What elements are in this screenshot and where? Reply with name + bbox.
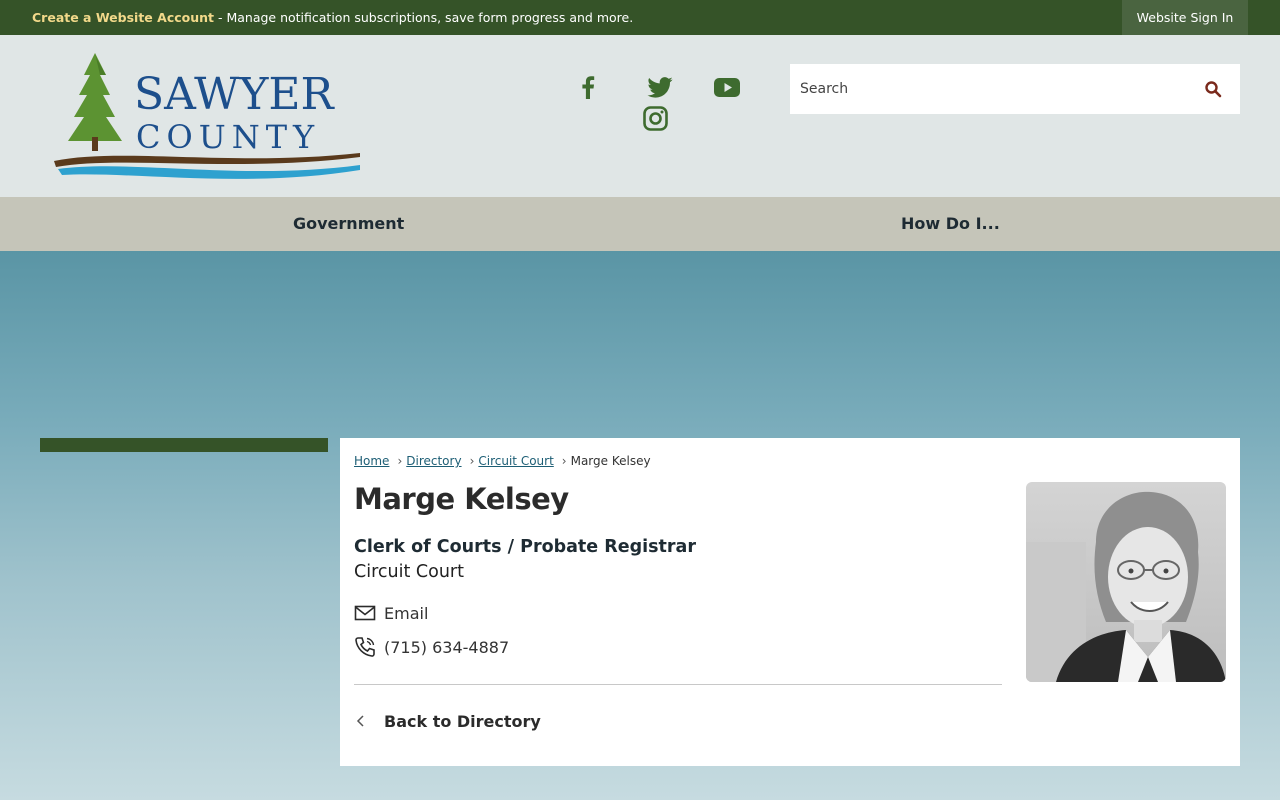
breadcrumb: Home › Directory › Circuit Court › Marge Kelse… bbox=[354, 454, 651, 468]
content-divider bbox=[354, 684, 1002, 685]
search-input[interactable] bbox=[790, 64, 1190, 114]
phone-number: (715) 634-4887 bbox=[384, 637, 510, 657]
breadcrumb-separator: › bbox=[397, 454, 403, 468]
breadcrumb-directory[interactable]: Directory bbox=[406, 454, 461, 468]
back-to-directory-label: Back to Directory bbox=[384, 711, 541, 731]
breadcrumb-separator: › bbox=[561, 454, 567, 468]
create-account-link[interactable]: Create a Website Account bbox=[32, 10, 214, 25]
sawyer-county-logo[interactable]: SAWYER COUNTY bbox=[52, 49, 368, 185]
main-navigation: Government How Do I... bbox=[0, 197, 1280, 251]
twitter-icon[interactable] bbox=[647, 77, 673, 98]
department-name: Circuit Court bbox=[354, 562, 464, 582]
breadcrumb-home[interactable]: Home bbox=[354, 454, 389, 468]
sidebar-accent-bar bbox=[40, 438, 328, 452]
website-sign-in-button[interactable]: Website Sign In bbox=[1122, 0, 1248, 35]
top-notification-bar: Create a Website Account - Manage notifi… bbox=[0, 0, 1280, 35]
account-message-text: - Manage notification subscriptions, sav… bbox=[214, 10, 634, 25]
breadcrumb-circuit-court[interactable]: Circuit Court bbox=[478, 454, 553, 468]
page-title: Marge Kelsey bbox=[354, 482, 569, 516]
job-title: Clerk of Courts / Probate Registrar bbox=[354, 537, 696, 557]
directory-profile-card: Home › Directory › Circuit Court › Marge Kelse… bbox=[340, 438, 1240, 766]
envelope-icon bbox=[354, 605, 376, 621]
nav-item-how-do-i[interactable]: How Do I... bbox=[901, 197, 1000, 251]
logo-line-1: SAWYER bbox=[134, 69, 336, 120]
nav-item-government[interactable]: Government bbox=[293, 197, 404, 251]
site-header: SAWYER COUNTY bbox=[0, 35, 1280, 197]
profile-photo bbox=[1026, 482, 1226, 682]
email-link[interactable]: Email bbox=[354, 601, 428, 625]
back-to-directory-link[interactable]: Back to Directory bbox=[354, 710, 541, 732]
instagram-icon[interactable] bbox=[643, 106, 668, 131]
breadcrumb-separator: › bbox=[469, 454, 475, 468]
account-message: Create a Website Account - Manage notifi… bbox=[32, 10, 633, 25]
email-label: Email bbox=[384, 603, 429, 623]
search-icon[interactable] bbox=[1204, 80, 1222, 98]
pine-tree-logo-mark bbox=[68, 53, 122, 151]
breadcrumb-current: Marge Kelsey bbox=[570, 454, 651, 468]
chevron-left-icon bbox=[356, 715, 364, 727]
logo-line-2: COUNTY bbox=[136, 118, 320, 156]
facebook-icon[interactable] bbox=[581, 75, 595, 99]
youtube-icon[interactable] bbox=[714, 78, 740, 97]
phone-icon bbox=[355, 637, 375, 657]
phone-link[interactable]: (715) 634-4887 bbox=[354, 635, 509, 659]
search-box bbox=[790, 64, 1240, 114]
